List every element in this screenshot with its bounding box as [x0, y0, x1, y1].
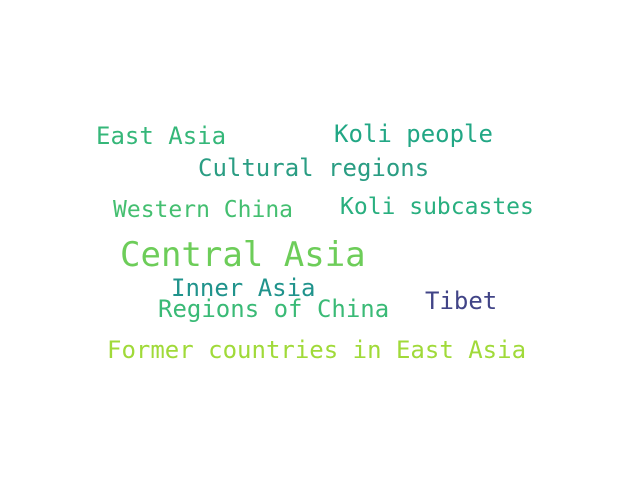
word-central-asia: Central Asia: [120, 235, 366, 275]
word-koli-people: Koli people: [334, 120, 493, 148]
word-regions-of-china: Regions of China: [158, 295, 390, 323]
word-cloud: Central Asia Cultural regions Koli peopl…: [0, 0, 640, 480]
word-former-countries-in-east-asia: Former countries in East Asia: [107, 336, 527, 364]
word-koli-subcastes: Koli subcastes: [340, 194, 534, 220]
word-cultural-regions: Cultural regions: [198, 154, 430, 182]
word-tibet: Tibet: [425, 287, 498, 315]
word-western-china: Western China: [113, 197, 294, 223]
word-east-asia: East Asia: [96, 122, 227, 150]
